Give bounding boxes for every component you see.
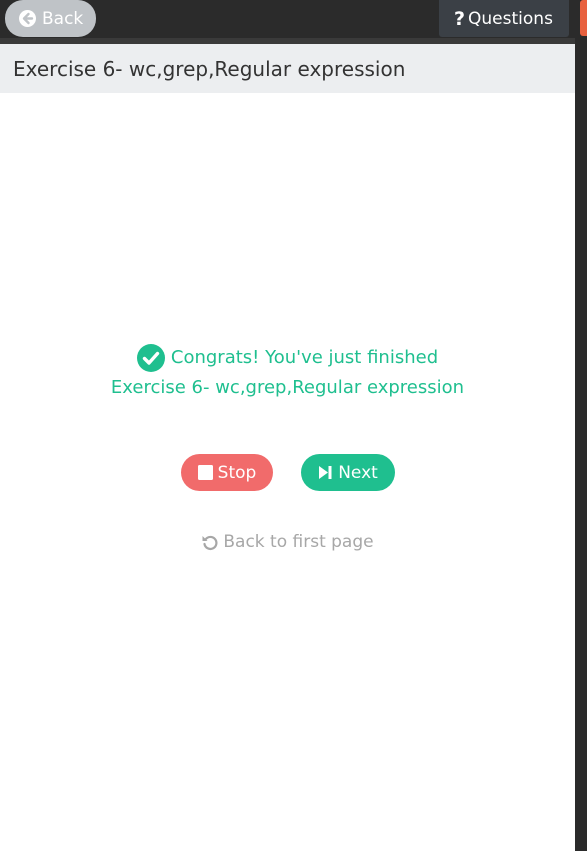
back-to-first-page-link[interactable]: Back to first page [0,529,575,555]
back-button[interactable]: Back [5,0,96,37]
question-mark-icon: ? [454,7,466,30]
next-button[interactable]: Next [301,454,395,491]
questions-button-label: Questions [468,8,553,29]
quiz-finished-page: Back ? Questions Exercise 6- wc,grep,Reg… [0,0,587,851]
arrow-left-circle-icon [19,10,36,27]
stop-button-label: Stop [217,462,257,483]
undo-icon [201,533,219,551]
stop-button[interactable]: Stop [181,454,273,491]
stop-square-icon [197,465,213,480]
check-circle-icon [136,344,165,372]
next-button-label: Next [338,462,378,483]
edge-accent-tab [580,0,587,36]
back-to-first-page-label: Back to first page [223,532,374,552]
congrats-message: Congrats! You've just finished Exercise … [0,343,575,403]
right-edge-strip [575,44,587,851]
page-title: Exercise 6- wc,grep,Regular expression [13,56,406,81]
exercise-title-bar: Exercise 6- wc,grep,Regular expression [0,44,575,93]
congrats-line-1: Congrats! You've just finished [0,343,575,373]
congrats-text: Congrats! You've just finished [170,347,439,368]
top-bar: Back ? Questions [0,0,587,44]
questions-button[interactable]: ? Questions [439,0,569,37]
back-button-label: Back [42,8,84,29]
step-forward-icon [318,465,333,480]
congrats-exercise-name: Exercise 6- wc,grep,Regular expression [110,377,465,398]
